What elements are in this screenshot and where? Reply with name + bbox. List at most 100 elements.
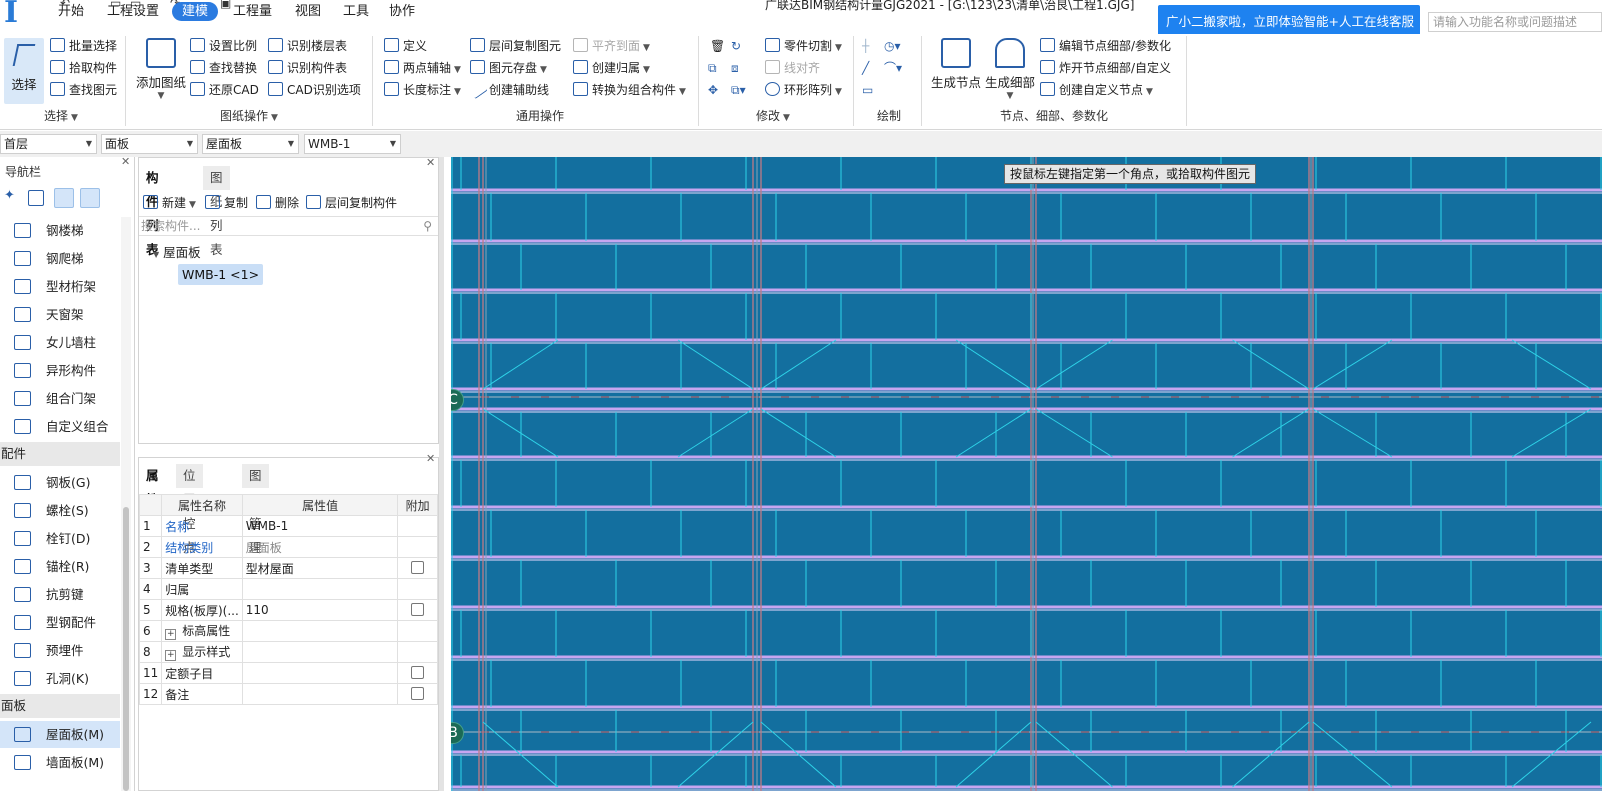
- nav-item[interactable]: 墙面板(M): [0, 749, 120, 776]
- nav-item[interactable]: 钢爬梯: [0, 245, 120, 272]
- nav-item[interactable]: 异形构件: [0, 357, 120, 384]
- nav-item[interactable]: 自定义组合: [0, 413, 120, 440]
- restore-cad-button[interactable]: 还原CAD: [190, 80, 259, 100]
- menu-6[interactable]: 协作: [379, 2, 425, 21]
- table-row[interactable]: 3 清单类型 型材屋面: [138, 557, 438, 579]
- identify-floor-table-button[interactable]: 识别楼层表: [268, 36, 347, 56]
- align-to-face-button[interactable]: 平齐到面 ▼: [573, 36, 650, 56]
- collapse-icon[interactable]: ▼: [153, 250, 159, 259]
- nav-category[interactable]: 面板: [0, 694, 120, 718]
- mirror-icon[interactable]: ⧈: [731, 58, 739, 78]
- table-row[interactable]: 6 + 标高属性: [138, 620, 438, 642]
- table-row[interactable]: 8 + 显示样式: [138, 641, 438, 663]
- arc-icon[interactable]: ⌒▾: [884, 58, 902, 78]
- identify-component-table-button[interactable]: 识别构件表: [268, 58, 347, 78]
- nav-item[interactable]: 抗剪键: [0, 581, 120, 608]
- floor-select[interactable]: 首层 ▼: [0, 134, 97, 154]
- close-icon[interactable]: ✕: [426, 452, 435, 465]
- group-label-modify[interactable]: 修改 ▼: [756, 107, 790, 124]
- nav-item[interactable]: 钢板(G): [0, 469, 120, 496]
- tab-position-control[interactable]: 位置控点: [176, 464, 203, 555]
- close-icon[interactable]: ✕: [121, 155, 130, 168]
- tab-drawing-list[interactable]: 图纸列表: [203, 166, 230, 257]
- nav-scroll-thumb[interactable]: [123, 507, 129, 791]
- extra-checkbox[interactable]: [411, 666, 425, 679]
- table-row[interactable]: 2 结构类别 屋面板: [138, 536, 438, 558]
- property-value[interactable]: [241, 641, 399, 663]
- property-value[interactable]: [241, 662, 399, 684]
- nav-item[interactable]: 锚栓(R): [0, 553, 120, 580]
- drawing-canvas[interactable]: 按鼠标左键指定第一个角点，或拾取构件图元 C B: [451, 157, 1602, 791]
- table-row[interactable]: 12 备注: [138, 683, 438, 705]
- floor-copy-element-button[interactable]: 层间复制图元: [470, 36, 561, 56]
- property-value[interactable]: [241, 620, 399, 642]
- part-cut-button[interactable]: 零件切割 ▼: [765, 36, 842, 56]
- group-label-select[interactable]: 选择 ▼: [44, 107, 78, 124]
- line-align-button[interactable]: 线对齐: [765, 58, 820, 78]
- property-value[interactable]: 110: [241, 599, 399, 621]
- menu-3[interactable]: 工程量: [223, 2, 282, 21]
- copy-component-button[interactable]: 复制: [205, 193, 248, 213]
- nav-item[interactable]: 型钢配件: [0, 609, 120, 636]
- generate-detail-button[interactable]: 生成细部 ▼: [984, 38, 1036, 101]
- pick-component-button[interactable]: 拾取构件: [50, 58, 117, 78]
- tab-layer-management[interactable]: 图层管理: [242, 464, 269, 555]
- table-row[interactable]: 1 名称 WMB-1: [138, 515, 438, 537]
- find-replace-button[interactable]: 查找替换: [190, 58, 257, 78]
- define-button[interactable]: 定义: [384, 36, 427, 56]
- nav-category[interactable]: 配件: [0, 442, 120, 466]
- delete-component-button[interactable]: 删除: [256, 193, 299, 213]
- pin-icon[interactable]: ✦: [4, 188, 24, 208]
- move-icon[interactable]: ✥: [708, 80, 718, 100]
- point-icon[interactable]: ┼: [862, 36, 869, 56]
- nav-item[interactable]: 女儿墙柱: [0, 329, 120, 356]
- extra-checkbox[interactable]: [411, 561, 425, 574]
- two-point-axis-button[interactable]: 两点辅轴 ▼: [384, 58, 461, 78]
- table-row[interactable]: 4 归属: [138, 578, 438, 600]
- nav-item[interactable]: 螺栓(S): [0, 497, 120, 524]
- tab-properties[interactable]: 属性: [139, 464, 166, 507]
- property-value[interactable]: [241, 683, 399, 705]
- floor-copy-component-button[interactable]: 层间复制构件: [306, 193, 397, 213]
- add-drawing-button[interactable]: 添加图纸 ▼: [135, 38, 187, 101]
- menu-0[interactable]: 开始: [48, 2, 94, 21]
- new-component-button[interactable]: 新建 ▼: [143, 193, 196, 213]
- nav-item[interactable]: 栓钉(D): [0, 525, 120, 552]
- nav-item[interactable]: 型材桁架: [0, 273, 120, 300]
- offset-icon[interactable]: ⧉▾: [731, 80, 746, 100]
- nav-item[interactable]: 预埋件: [0, 637, 120, 664]
- property-value[interactable]: WMB-1: [241, 515, 399, 537]
- component-select[interactable]: WMB-1 ▼: [304, 134, 401, 154]
- generate-node-button[interactable]: 生成节点: [930, 38, 982, 91]
- extra-checkbox[interactable]: [411, 687, 425, 700]
- table-row[interactable]: 11 定额子目: [138, 662, 438, 684]
- expand-icon[interactable]: +: [165, 629, 177, 640]
- rectangle-icon[interactable]: ▭: [862, 80, 873, 100]
- create-ownership-button[interactable]: 创建归属 ▼: [573, 58, 650, 78]
- length-dimension-button[interactable]: 长度标注 ▼: [384, 80, 461, 100]
- close-icon[interactable]: ✕: [426, 156, 435, 169]
- expand-icon[interactable]: +: [165, 650, 177, 661]
- line-icon[interactable]: ╱: [862, 58, 869, 78]
- nav-item[interactable]: 天窗架: [0, 301, 120, 328]
- function-search-input[interactable]: 请输入功能名称或问题描述: [1428, 12, 1602, 32]
- property-value[interactable]: 型材屋面: [241, 557, 399, 579]
- table-row[interactable]: 5 规格(板厚)(... 110: [138, 599, 438, 621]
- menu-4[interactable]: 视图: [285, 2, 331, 21]
- list-view-icon[interactable]: [54, 188, 74, 208]
- set-scale-button[interactable]: 设置比例: [190, 36, 257, 56]
- type-select[interactable]: 屋面板 ▼: [202, 134, 299, 154]
- nav-item[interactable]: 钢楼梯: [0, 217, 120, 244]
- tree-node-selected[interactable]: WMB-1 <1>: [178, 264, 264, 285]
- menu-5[interactable]: 工具: [333, 2, 379, 21]
- find-element-button[interactable]: 查找图元: [50, 80, 117, 100]
- select-button[interactable]: 选择: [4, 38, 44, 104]
- group-label-drawing[interactable]: 图纸操作 ▼: [220, 107, 278, 124]
- tree-node-parent[interactable]: ▼ 屋面板: [153, 242, 201, 261]
- extra-checkbox[interactable]: [411, 603, 425, 616]
- batch-select-button[interactable]: 批量选择: [50, 36, 117, 56]
- category-select[interactable]: 面板 ▼: [101, 134, 198, 154]
- app-logo[interactable]: I: [4, 0, 36, 30]
- nav-item[interactable]: 屋面板(M): [0, 721, 120, 748]
- menu-1[interactable]: 工程设置: [97, 2, 169, 21]
